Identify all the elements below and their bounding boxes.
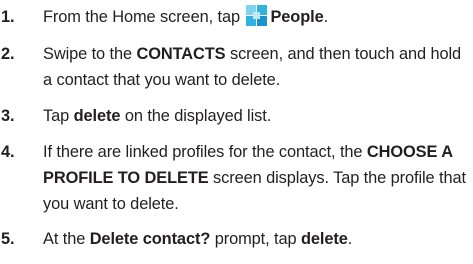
- step-text: If there are linked profiles for the con…: [43, 143, 367, 161]
- step-5: 5. At the Delete contact? prompt, tap de…: [0, 226, 473, 252]
- step-text: At the: [43, 230, 90, 248]
- instruction-steps: 1. From the Home screen, tap People. 2. …: [0, 4, 473, 264]
- step-2: 2. Swipe to the CONTACTS screen, and the…: [0, 41, 473, 93]
- step-number: 3.: [1, 107, 15, 125]
- step-number: 4.: [1, 143, 15, 161]
- step-number: 5.: [1, 230, 15, 248]
- step-bold-text: delete: [73, 107, 121, 125]
- step-text: on the displayed list.: [120, 107, 272, 125]
- step-1: 1. From the Home screen, tap People.: [0, 4, 473, 30]
- step-text: Swipe to the: [43, 45, 137, 63]
- step-text: From the Home screen, tap: [43, 8, 245, 26]
- step-bold-text: Delete contact?: [89, 230, 211, 248]
- step-number: 2.: [1, 45, 15, 63]
- step-number: 1.: [1, 8, 15, 26]
- step-text: .: [323, 8, 329, 26]
- step-4: 4. If there are linked profiles for the …: [0, 139, 473, 217]
- step-bold-text: People: [270, 8, 324, 26]
- step-text: prompt, tap: [210, 230, 301, 248]
- people-app-icon: [246, 5, 268, 26]
- step-text: .: [347, 230, 353, 248]
- step-bold-text: CONTACTS: [136, 45, 226, 63]
- step-text: Tap: [43, 107, 74, 125]
- step-bold-text: delete: [300, 230, 348, 248]
- step-3: 3. Tap delete on the displayed list.: [0, 103, 473, 129]
